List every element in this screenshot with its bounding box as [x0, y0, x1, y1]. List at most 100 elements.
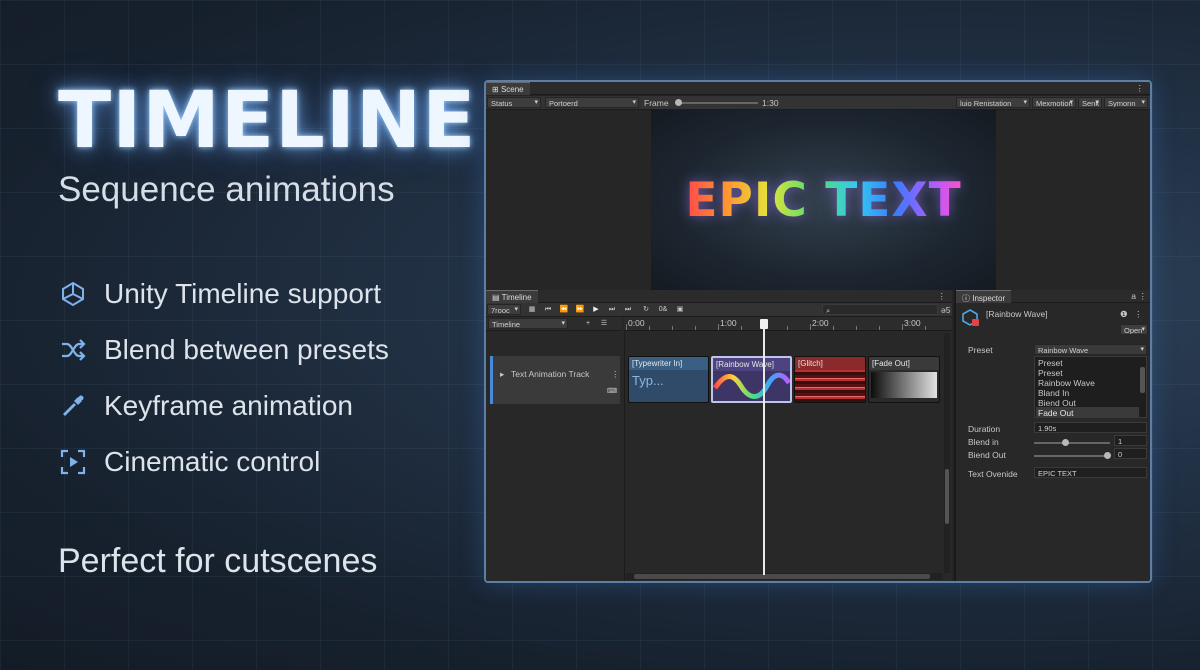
preset-dropdown[interactable]: Rainbow Wave — [1034, 344, 1147, 355]
playhead[interactable] — [760, 319, 768, 575]
frame-slider-handle[interactable] — [675, 99, 682, 106]
scene-tabbar: ⊞ Scene ⋮ — [486, 82, 1150, 95]
preset-option-selected[interactable]: Fade Out — [1038, 408, 1073, 418]
help-icon[interactable]: ❶ — [1120, 309, 1128, 320]
grid-icon: ⊞ — [492, 85, 501, 94]
preview-icon[interactable]: ▦ — [526, 305, 538, 315]
frame-value: 1:30 — [762, 98, 779, 108]
next-frame-icon[interactable]: ⏭ — [606, 305, 618, 315]
blend-out-slider[interactable] — [1034, 455, 1110, 457]
track-header-bar: Timeline + ☰ — [486, 317, 622, 331]
track-lock-icon[interactable]: ⌨ — [607, 387, 617, 395]
feature-label: Cinematic control — [104, 446, 321, 477]
track-name: Text Animation Track — [511, 369, 590, 379]
blend-out-label: Biend Out — [968, 450, 1006, 460]
shading-dropdown[interactable]: Status — [487, 97, 541, 108]
filter-icon[interactable]: ☰ — [598, 319, 610, 329]
prev-frame-icon[interactable]: ⏪ — [558, 305, 570, 315]
feature-label: Blend between presets — [104, 334, 389, 365]
preset-label: Preset — [968, 345, 993, 355]
last-frame-icon[interactable]: ⏭ — [622, 305, 634, 315]
preset-options-list: Preset Preset Rainbow Wave Bland In Bien… — [1034, 356, 1147, 418]
clip-label: [Glitch] — [795, 357, 865, 370]
view-dropdown[interactable]: Portoerd — [545, 97, 639, 108]
ruler-label: 1:00 — [720, 318, 737, 328]
track-menu-icon[interactable]: ⋮ — [611, 369, 620, 380]
blend-in-slider[interactable] — [1034, 442, 1110, 444]
blend-in-handle[interactable] — [1062, 439, 1069, 446]
blend-in-field[interactable]: 1 — [1114, 435, 1147, 446]
next-key-icon[interactable]: ⏩ — [574, 305, 586, 315]
expand-arrow-icon[interactable]: ▸ — [500, 369, 504, 380]
maximize-button[interactable]: Mexmotion — [1032, 97, 1076, 108]
feature-item: Keyframe animation — [58, 390, 353, 422]
preset-option[interactable]: Preset — [1038, 358, 1063, 368]
loop-icon[interactable]: ↻ — [640, 305, 652, 315]
info-icon: ⓘ — [962, 294, 973, 303]
duration-field[interactable]: 1.90s — [1034, 422, 1147, 433]
menu-kebab-icon[interactable]: ⋮ — [1139, 291, 1148, 302]
options-scrollbar[interactable] — [1140, 367, 1145, 393]
hero-subtitle: Sequence animations — [58, 170, 395, 209]
clip-fade-out[interactable]: [Fade Out] — [868, 356, 940, 403]
feature-item: Cinematic control — [58, 446, 320, 478]
blend-out-field[interactable]: 0 — [1114, 448, 1147, 459]
scene-view[interactable]: EPIC TEXT — [486, 110, 1150, 290]
lock-icon[interactable]: a — [1131, 291, 1136, 301]
vertical-scrollbar[interactable] — [944, 333, 950, 573]
add-track-icon[interactable]: + — [582, 319, 594, 329]
track-header[interactable]: ▸ Text Animation Track ⋮ ⌨ — [490, 356, 620, 404]
shuffle-icon — [58, 335, 88, 365]
clip-rainbow-wave[interactable]: [Rainbow Wave] — [711, 356, 792, 403]
clip-content: Typ... — [632, 373, 664, 388]
preset-option[interactable]: Preset — [1038, 368, 1063, 378]
search-icon: ⌕ — [826, 306, 831, 315]
hero-title: TIMELINE — [58, 76, 477, 166]
extra-button[interactable]: 0& — [656, 305, 670, 315]
gizmos-button[interactable]: Symonn — [1104, 97, 1148, 108]
playable-asset-icon — [962, 309, 980, 327]
rainbow-wave-icon — [713, 372, 790, 399]
mode-dropdown[interactable]: 7rooc — [487, 304, 521, 315]
blend-out-handle[interactable] — [1104, 452, 1111, 459]
play-frame-icon — [58, 447, 88, 477]
text-override-field[interactable]: EPIC TEXT — [1034, 467, 1147, 478]
preset-option[interactable]: Rainbow Wave — [1038, 378, 1095, 388]
inspector-object-name: [Rainbow Wave] — [986, 309, 1048, 319]
timeline-asset-dropdown[interactable]: Timeline — [488, 318, 568, 329]
fade-gradient — [871, 372, 937, 398]
open-button[interactable]: Open — [1120, 324, 1148, 335]
tab-inspector[interactable]: ⓘ Inspector — [956, 290, 1012, 303]
first-frame-icon[interactable]: ⏮ — [542, 305, 554, 315]
play-icon[interactable]: ▶ — [590, 305, 602, 315]
feature-item: Blend between presets — [58, 334, 389, 366]
hero: TIMELINE Sequence animations — [58, 78, 478, 210]
clip-glitch[interactable]: [Glitch] — [794, 356, 866, 403]
horizontal-scrollbar[interactable] — [626, 573, 942, 580]
ruler-label: 0:00 — [628, 318, 645, 328]
clip-typewriter-in[interactable]: [Typewriter In] Typ... — [628, 356, 709, 403]
settings-kebab-icon[interactable]: ⋮ — [1134, 309, 1143, 320]
frame-slider[interactable] — [678, 102, 758, 104]
tab-scene[interactable]: ⊞ Scene — [486, 82, 530, 95]
inspector-panel: ⓘ Inspector a ⋮ [Rainbow Wave] ❶ ⋮ Open … — [954, 290, 1150, 581]
feature-label: Unity Timeline support — [104, 278, 382, 309]
time-ruler[interactable]: 0:00 1:00 2:00 3:00 — [624, 317, 952, 331]
menu-kebab-icon[interactable]: ⋮ — [938, 291, 947, 302]
clip-label: [Typewriter In] — [629, 357, 708, 370]
menu-kebab-icon[interactable]: ⋮ — [1136, 83, 1145, 94]
timeline-tabbar: ▤ Timeline ⋮ — [486, 290, 952, 303]
feature-label: Keyframe animation — [104, 390, 354, 421]
unity-editor-window: ⊞ Scene ⋮ Status Portoerd Frame 1:30 lui… — [484, 80, 1152, 583]
resolution-dropdown[interactable]: luio Renistation — [956, 97, 1030, 108]
tab-timeline[interactable]: ▤ Timeline — [486, 290, 538, 303]
frame-counter: ǝ5 — [941, 305, 951, 315]
scene-toolbar: Status Portoerd Frame 1:30 luio Renistat… — [486, 96, 1150, 110]
text-override-label: Text Ovenide — [968, 469, 1018, 479]
search-input[interactable]: ⌕ — [822, 304, 938, 315]
preset-option[interactable]: Bland In — [1038, 388, 1069, 398]
timeline-toolbar: 7rooc ▦ ⏮ ⏪ ⏩ ▶ ⏭ ⏭ ↻ 0& ▣ ⌕ ǝ5 — [486, 303, 952, 317]
stats-button[interactable]: Senk — [1078, 97, 1102, 108]
settings-icon[interactable]: ▣ — [674, 305, 686, 315]
clip-label: [Rainbow Wave] — [713, 358, 790, 371]
